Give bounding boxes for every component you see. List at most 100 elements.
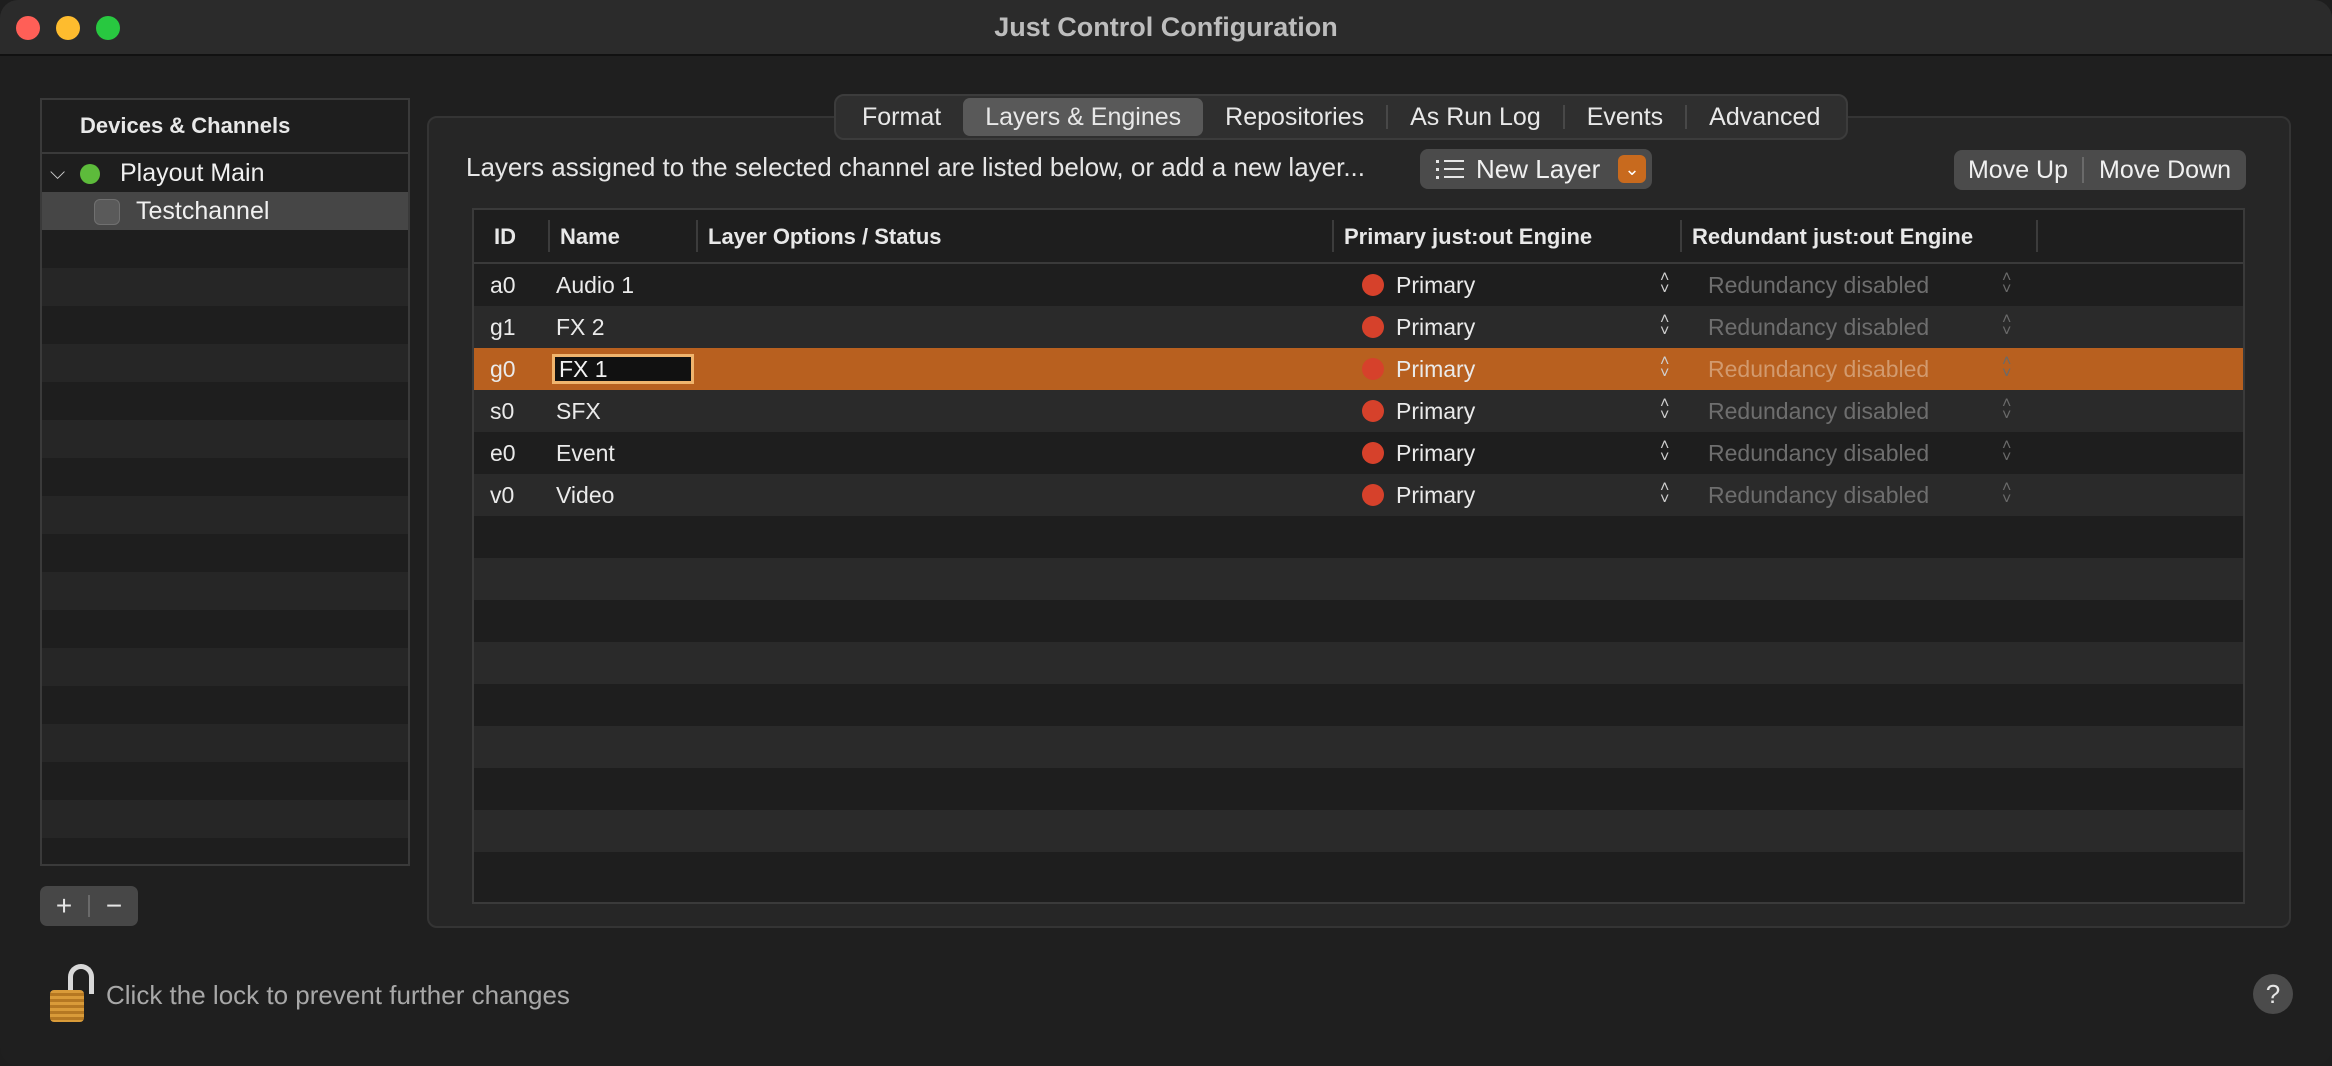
tab-repositories[interactable]: Repositories — [1203, 98, 1386, 136]
redundant-engine-select: Redundancy disabled — [1708, 314, 1930, 340]
sidebar-item-testchannel[interactable]: Testchannel — [42, 192, 408, 230]
help-button[interactable]: ? — [2253, 974, 2293, 1014]
table-row[interactable]: g1 FX 2 Primary ˄ ˅ Redundancy disabled ˄… — [474, 306, 2243, 348]
divider — [1680, 220, 1682, 252]
sidebar-empty-row — [42, 610, 408, 648]
primary-status-icon — [1362, 316, 1384, 338]
select-arrows-icon[interactable]: ˄ ˅ — [1660, 396, 1669, 424]
primary-status-icon — [1362, 358, 1384, 380]
tab-events[interactable]: Events — [1565, 98, 1685, 136]
table-row[interactable]: s0 SFX Primary ˄ ˅ Redundancy disabled ˄ ˅ — [474, 390, 2243, 432]
sidebar-empty-row — [42, 496, 408, 534]
sidebar-empty-row — [42, 572, 408, 610]
divider — [696, 220, 698, 252]
table-empty-row — [474, 516, 2243, 558]
sidebar-item-playout-main[interactable]: ⌵ Playout Main — [42, 154, 408, 192]
column-header-primary-engine[interactable]: Primary just:out Engine — [1344, 224, 1592, 250]
select-arrows-icon[interactable]: ˄ ˅ — [1660, 438, 1669, 466]
select-arrows-icon: ˄ ˅ — [2002, 269, 2012, 298]
primary-status-icon — [1362, 274, 1384, 296]
table-empty-row — [474, 852, 2243, 894]
layer-id: a0 — [490, 272, 516, 298]
tab-bar: Format Layers & Engines Repositories As … — [834, 94, 1849, 140]
divider — [548, 220, 550, 252]
sidebar-empty-row — [42, 838, 408, 864]
sidebar-empty-row — [42, 268, 408, 306]
chevron-down-icon[interactable]: ⌵ — [50, 162, 65, 185]
sidebar-empty-row — [42, 230, 408, 268]
layer-name[interactable]: Event — [556, 440, 615, 467]
column-header-layer-options[interactable]: Layer Options / Status — [708, 224, 942, 250]
redundant-engine-select: Redundancy disabled — [1708, 398, 1930, 424]
layers-intro-text: Layers assigned to the selected channel … — [466, 152, 1366, 182]
list-icon — [1436, 158, 1466, 180]
window-title: Just Control Configuration — [994, 12, 1338, 42]
sidebar-empty-row — [42, 724, 408, 762]
tab-as-run-log[interactable]: As Run Log — [1388, 98, 1563, 136]
main-window: Just Control Configuration Devices & Cha… — [0, 0, 2332, 1066]
column-header-id[interactable]: ID — [494, 224, 516, 250]
select-arrows-icon: ˄ ˅ — [2002, 311, 2012, 340]
table-row-selected[interactable]: g0 FX 1 Primary ˄ ˅ Redundancy disabled ˄… — [474, 348, 2243, 390]
primary-engine-select[interactable]: Primary — [1396, 398, 1475, 425]
primary-engine-select[interactable]: Primary — [1396, 272, 1475, 299]
new-layer-button[interactable]: New Layer ⌄ — [1420, 149, 1652, 189]
table-empty-row — [474, 810, 2243, 852]
move-buttons: Move Up Move Down — [1954, 150, 2246, 190]
title-bar: Just Control Configuration — [0, 0, 2332, 56]
sidebar-empty-row — [42, 686, 408, 724]
sidebar-empty-row — [42, 382, 408, 420]
layer-name[interactable]: FX 2 — [556, 314, 605, 341]
primary-engine-select[interactable]: Primary — [1396, 356, 1475, 383]
select-arrows-icon: ˄ ˅ — [2002, 437, 2012, 466]
add-channel-button[interactable]: + — [40, 886, 88, 926]
table-empty-row — [474, 768, 2243, 810]
table-row[interactable]: v0 Video Primary ˄ ˅ Redundancy disabled … — [474, 474, 2243, 516]
layer-name-edit-field[interactable]: FX 1 — [552, 354, 694, 384]
layer-id: e0 — [490, 440, 516, 466]
table-row[interactable]: a0 Audio 1 Primary ˄ ˅ Redundancy disable… — [474, 264, 2243, 306]
layer-id: g1 — [490, 314, 516, 340]
sidebar-list: ⌵ Playout Main Testchannel — [42, 154, 408, 864]
devices-channels-sidebar: Devices & Channels ⌵ Playout Main Testch… — [40, 98, 410, 866]
add-remove-control: + − — [40, 886, 138, 926]
sidebar-empty-row — [42, 534, 408, 572]
sidebar-empty-row — [42, 800, 408, 838]
layer-name[interactable]: SFX — [556, 398, 601, 425]
chevron-down-icon[interactable]: ⌄ — [1618, 155, 1646, 183]
move-up-button[interactable]: Move Up — [1954, 156, 2082, 185]
remove-channel-button[interactable]: − — [90, 886, 138, 926]
tab-advanced[interactable]: Advanced — [1687, 98, 1842, 136]
select-arrows-icon[interactable]: ˄ ˅ — [1660, 270, 1669, 298]
sidebar-empty-row — [42, 420, 408, 458]
layer-id: v0 — [490, 482, 515, 508]
select-arrows-icon[interactable]: ˄ ˅ — [1660, 312, 1669, 340]
lock-icon[interactable] — [48, 964, 98, 1024]
sidebar-empty-row — [42, 458, 408, 496]
select-arrows-icon: ˄ ˅ — [2002, 395, 2012, 424]
table-body: a0 Audio 1 Primary ˄ ˅ Redundancy disable… — [474, 264, 2243, 894]
primary-engine-select[interactable]: Primary — [1396, 314, 1475, 341]
table-empty-row — [474, 642, 2243, 684]
divider — [1332, 220, 1334, 252]
table-row[interactable]: e0 Event Primary ˄ ˅ Redundancy disabled … — [474, 432, 2243, 474]
table-empty-row — [474, 558, 2243, 600]
column-header-name[interactable]: Name — [560, 224, 620, 250]
tab-format[interactable]: Format — [840, 98, 963, 136]
primary-engine-select[interactable]: Primary — [1396, 440, 1475, 467]
layer-name[interactable]: Audio 1 — [556, 272, 634, 299]
move-down-button[interactable]: Move Down — [2084, 156, 2246, 185]
new-layer-label: New Layer — [1476, 153, 1601, 184]
primary-status-icon — [1362, 484, 1384, 506]
sidebar-empty-row — [42, 344, 408, 382]
select-arrows-icon[interactable]: ˄ ˅ — [1660, 354, 1669, 382]
layer-id: s0 — [490, 398, 515, 424]
select-arrows-icon[interactable]: ˄ ˅ — [1660, 480, 1669, 508]
channel-enable-checkbox[interactable] — [94, 199, 120, 225]
table-empty-row — [474, 600, 2243, 642]
layer-name[interactable]: Video — [556, 482, 614, 509]
primary-engine-select[interactable]: Primary — [1396, 482, 1475, 509]
tab-layers-engines[interactable]: Layers & Engines — [963, 98, 1204, 136]
sidebar-empty-row — [42, 762, 408, 800]
column-header-redundant-engine[interactable]: Redundant just:out Engine — [1692, 224, 1973, 250]
